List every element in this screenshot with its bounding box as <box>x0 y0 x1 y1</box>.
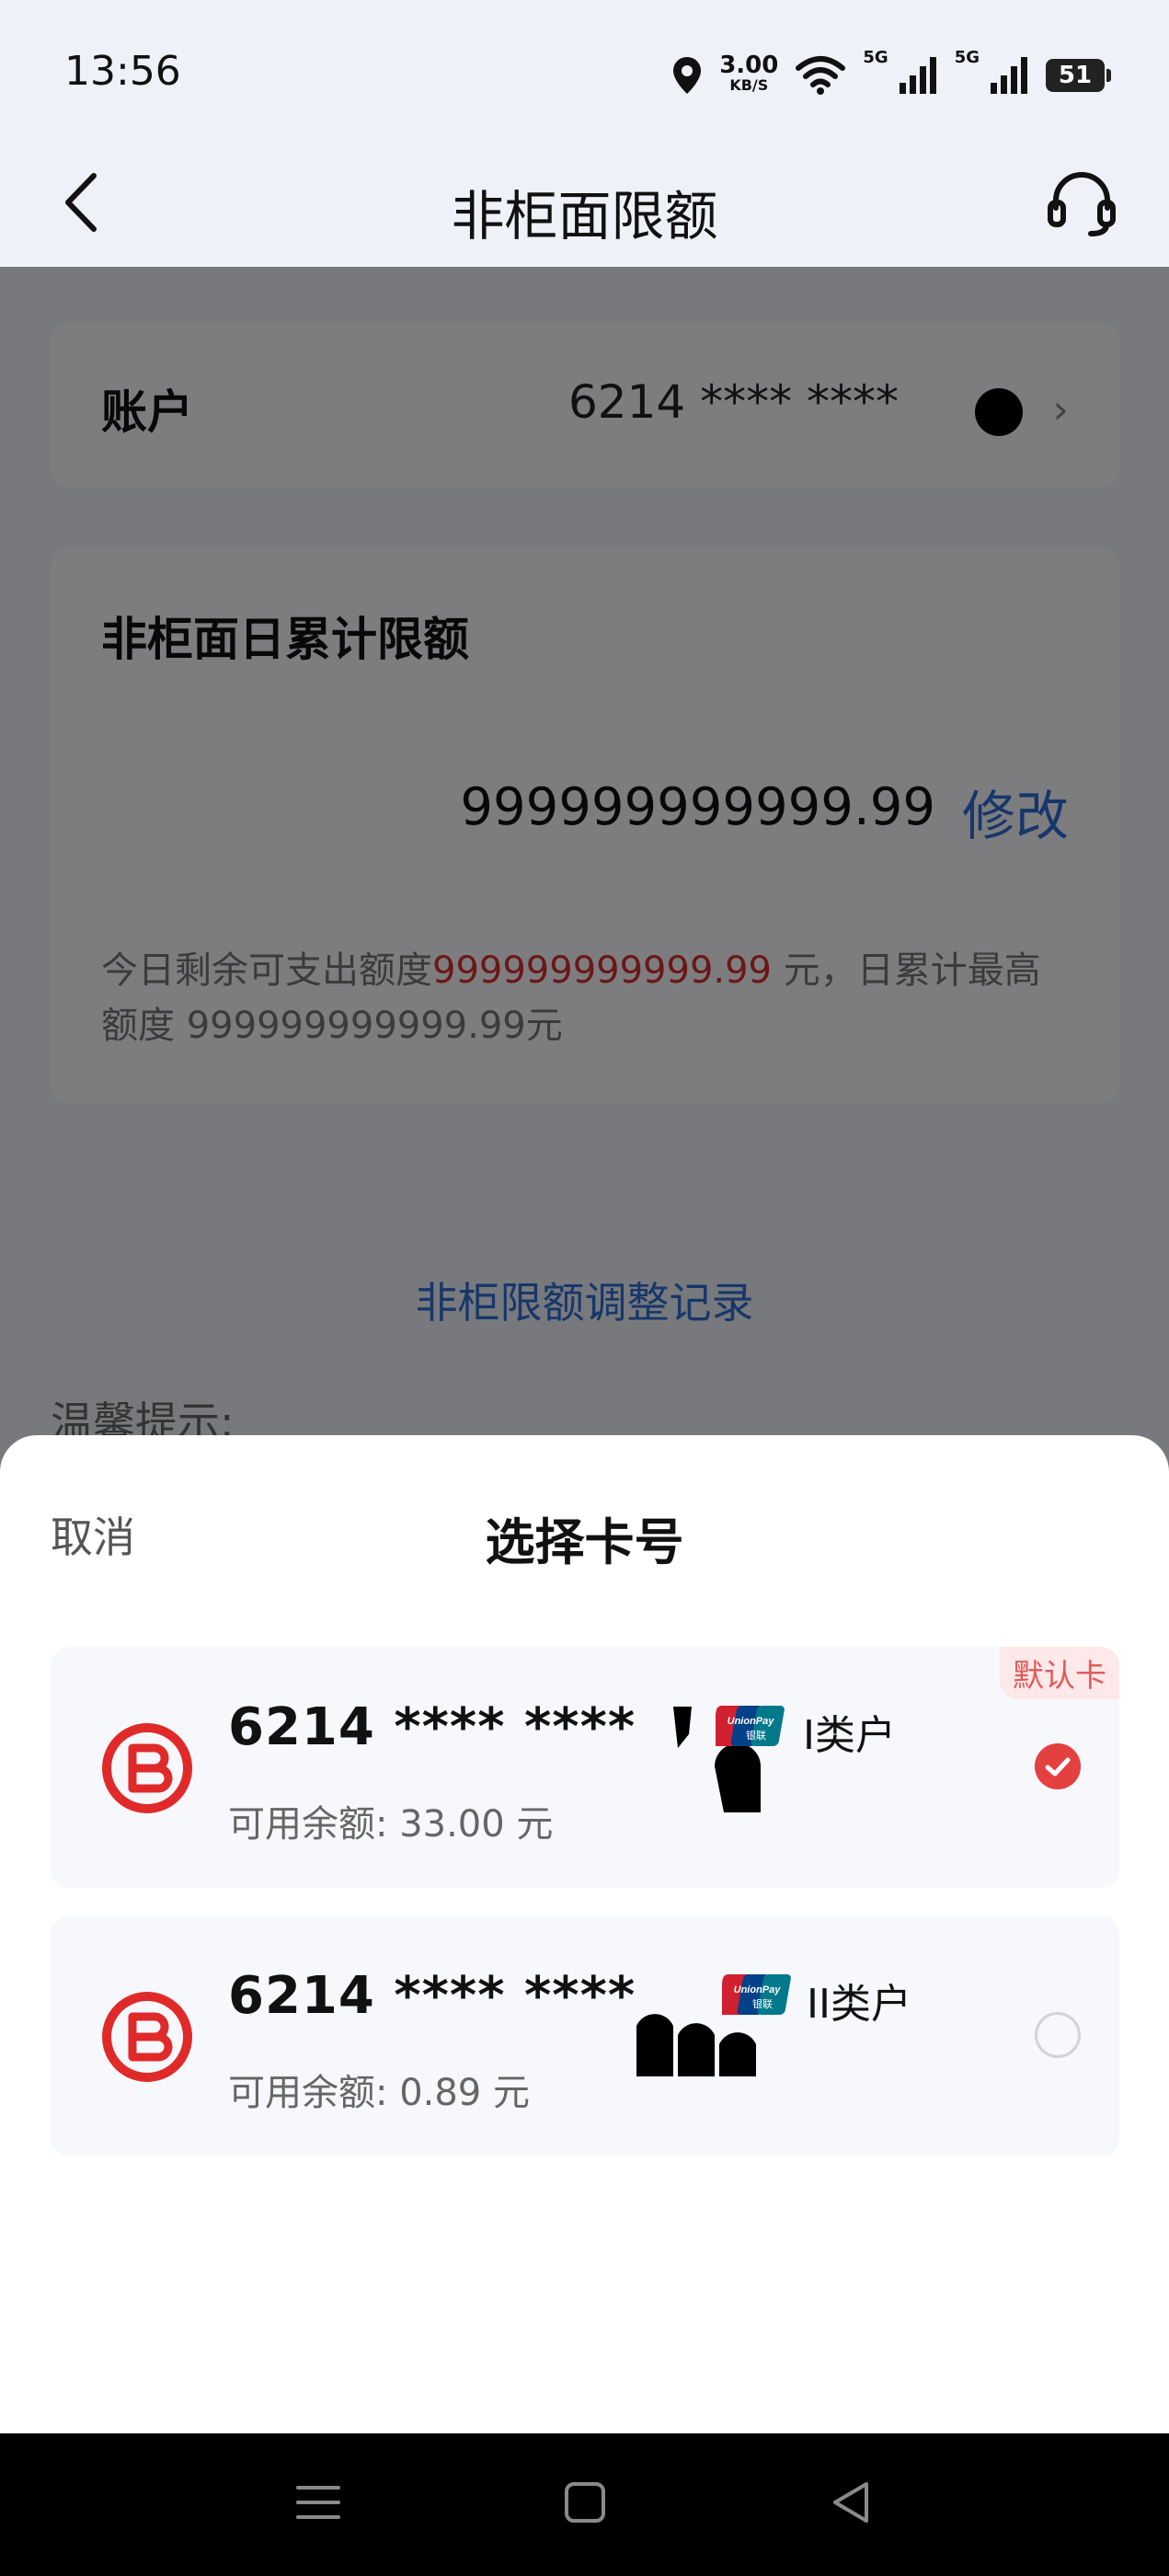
radio-unselected-icon[interactable] <box>1035 2012 1081 2058</box>
bank-logo-icon <box>102 1723 192 1813</box>
unionpay-icon: UnionPay 银联 <box>722 1974 791 2015</box>
checkmark-icon[interactable] <box>1035 1743 1081 1789</box>
unionpay-cn: 银联 <box>746 1729 766 1742</box>
status-bar: 13:56 3.00 KB/S 5G 5G 51 <box>0 0 1169 138</box>
signal-label-1: 5G <box>863 48 888 67</box>
battery-level: 51 <box>1058 62 1093 89</box>
card-number: 6214 **** **** <box>228 1966 636 2026</box>
signal-icon <box>899 57 936 94</box>
sheet-title: 选择卡号 <box>485 1513 684 1571</box>
unionpay-icon: UnionPay 银联 <box>716 1706 785 1746</box>
unionpay-text: UnionPay <box>728 1716 775 1727</box>
card-option[interactable]: 6214 **** **** UnionPay 银联 II类户 可用余额: 0.… <box>51 1915 1119 2156</box>
menu-icon[interactable] <box>291 2475 346 2530</box>
status-time: 13:56 <box>64 48 181 95</box>
bank-logo-icon <box>102 1992 192 2082</box>
signal-icon <box>991 57 1027 94</box>
card-picker-sheet: 取消 选择卡号 6214 **** **** UnionPay 银联 I类户 可… <box>0 1435 1169 2433</box>
default-card-badge: 默认卡 <box>1000 1647 1119 1699</box>
page-title: 非柜面限额 <box>451 185 718 247</box>
nav-bar: 非柜面限额 <box>0 138 1169 267</box>
home-icon[interactable] <box>557 2475 613 2530</box>
card-number: 6214 **** **** <box>228 1697 636 1757</box>
back-icon[interactable] <box>824 2475 879 2530</box>
card-option[interactable]: 6214 **** **** UnionPay 银联 I类户 可用余额: 33.… <box>51 1647 1119 1888</box>
location-icon <box>673 57 702 94</box>
battery-icon: 51 <box>1046 59 1111 92</box>
unionpay-text: UnionPay <box>734 1984 782 1995</box>
wifi-icon <box>796 56 846 95</box>
system-nav-bar <box>0 2433 1169 2576</box>
headset-icon[interactable] <box>1045 166 1118 239</box>
account-type: I类户 <box>803 1712 896 1759</box>
account-type: II类户 <box>807 1981 911 2028</box>
card-balance: 可用余额: 0.89 元 <box>228 2072 530 2114</box>
network-speed: 3.00 KB/S <box>719 53 778 96</box>
signal-label-2: 5G <box>954 48 980 67</box>
card-balance: 可用余额: 33.00 元 <box>228 1803 554 1846</box>
unionpay-cn: 银联 <box>752 1997 773 2010</box>
status-icons: 3.00 KB/S 5G 5G 51 <box>671 48 1111 103</box>
